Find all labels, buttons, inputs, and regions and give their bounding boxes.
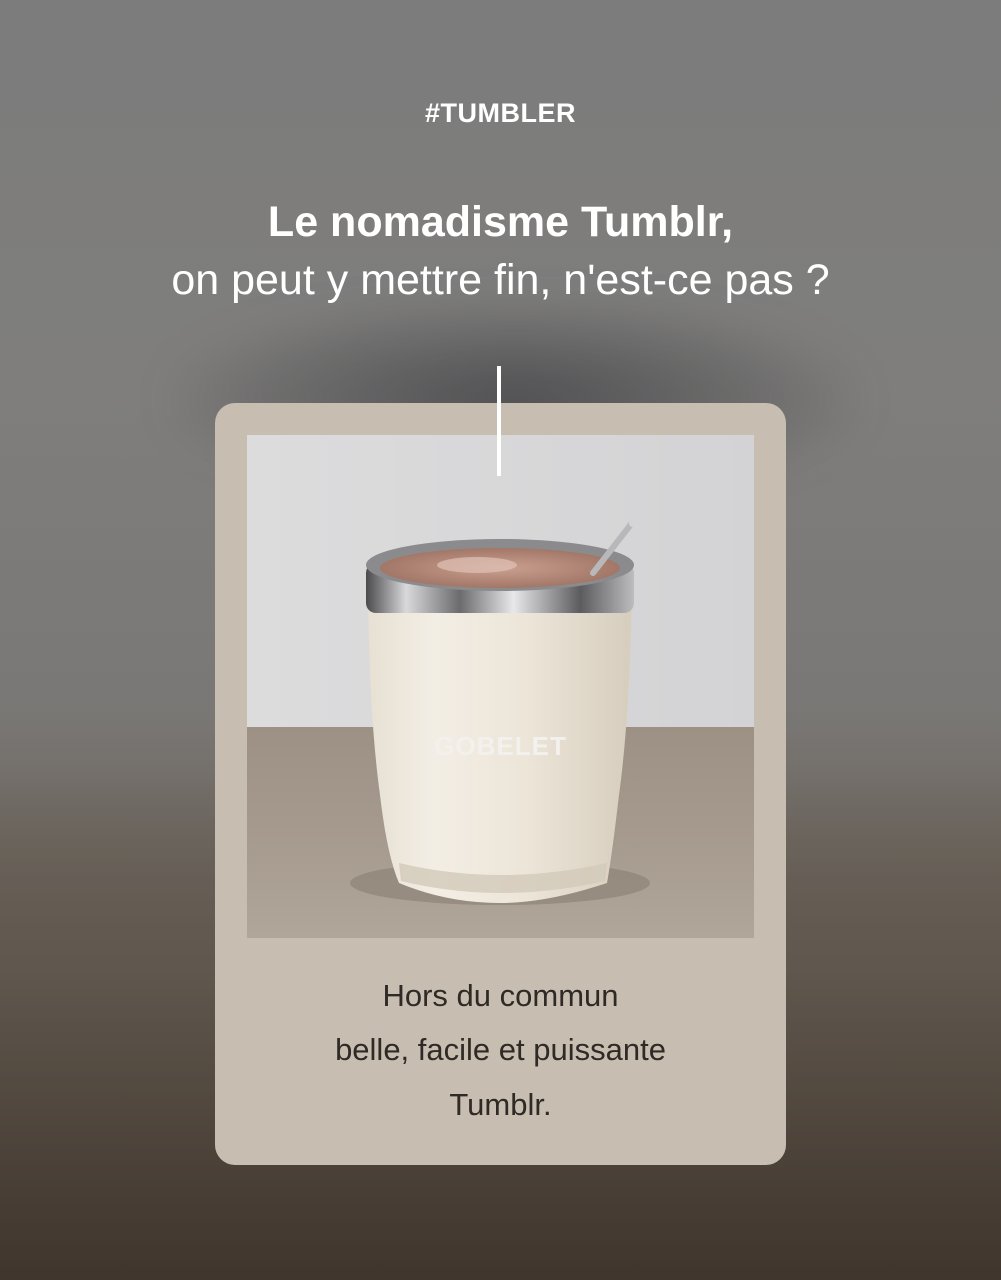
product-label: GOBELET <box>434 731 567 761</box>
headline-bold: Le nomadisme Tumblr, <box>267 198 734 246</box>
caption-line-3: Tumblr. <box>449 1087 552 1122</box>
tumbler-image <box>247 435 754 938</box>
caption-line-1: Hors du commun <box>382 978 619 1013</box>
headline-regular: on peut y mettre fin, n'est-ce pas ? <box>171 256 830 304</box>
caption-line-2: belle, facile et puissante <box>335 1032 666 1067</box>
product-card: Hors du commun belle, facile et puissant… <box>215 403 786 1165</box>
product-photo <box>247 435 754 938</box>
hashtag-label: #TUMBLER <box>425 98 576 128</box>
connector-line <box>497 366 501 476</box>
